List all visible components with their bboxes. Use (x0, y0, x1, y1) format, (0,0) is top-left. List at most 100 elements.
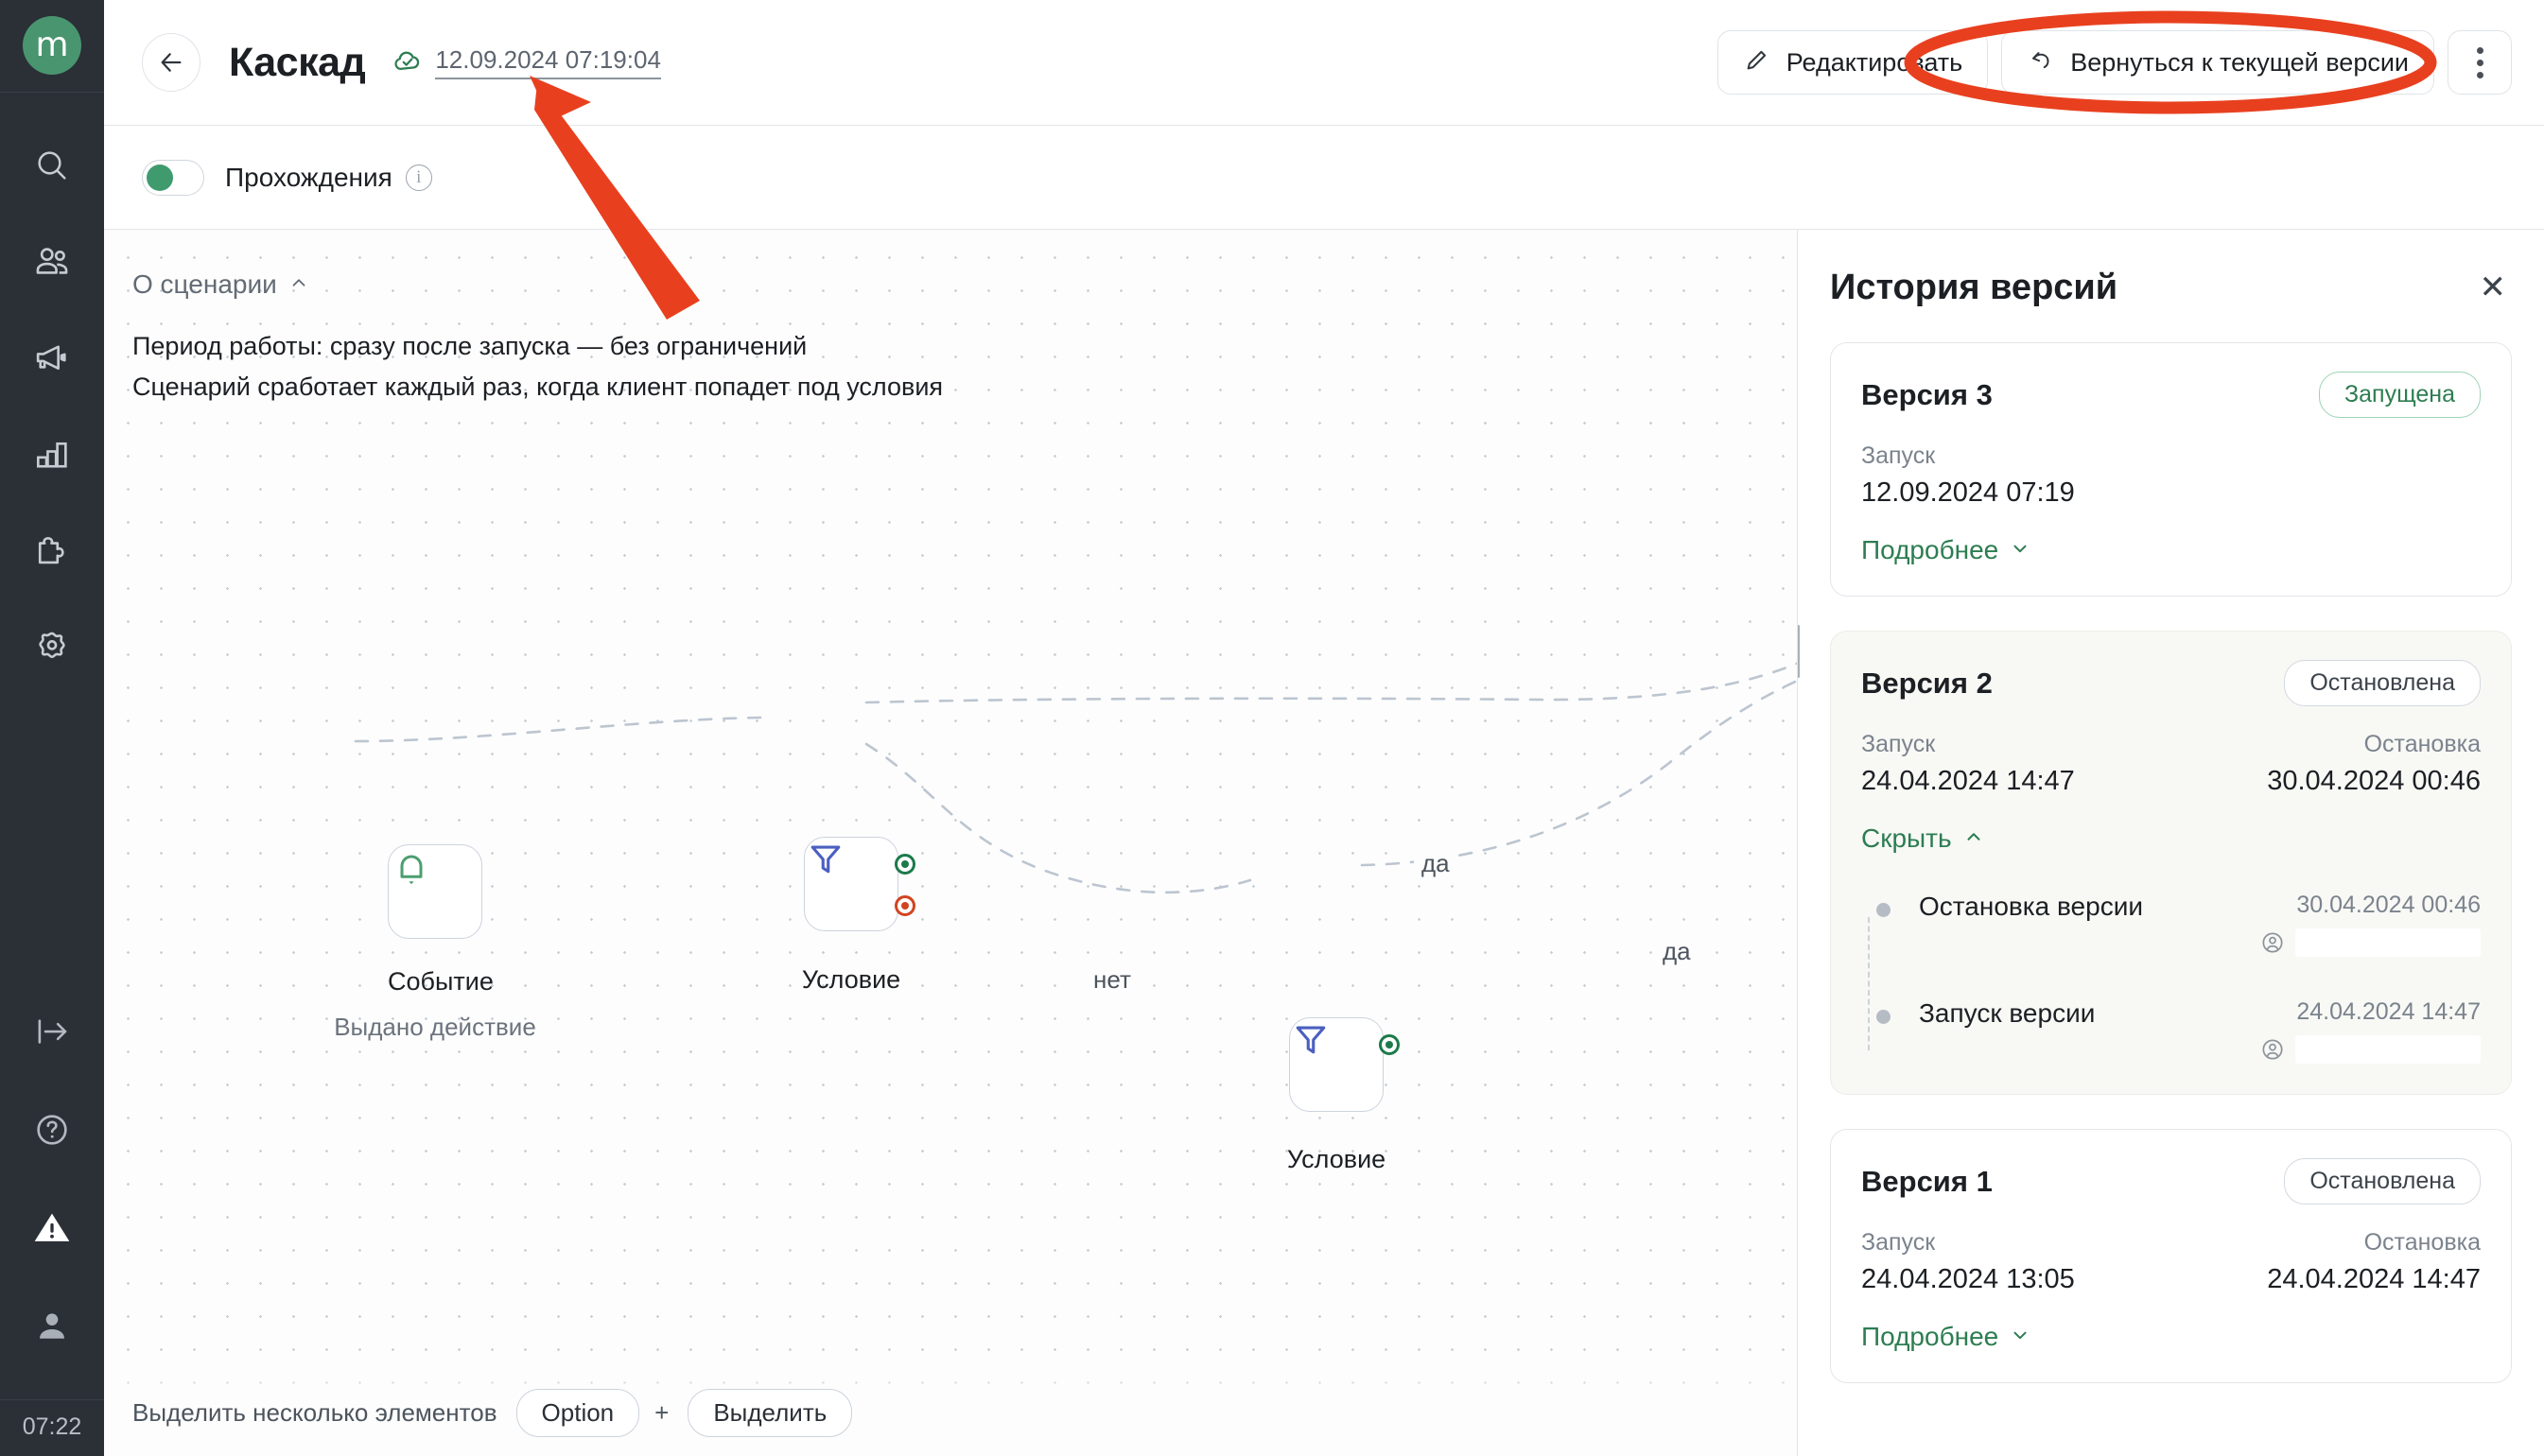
flow-node-event[interactable] (388, 844, 482, 939)
version-card-dates: Запуск 24.04.2024 14:47 Остановка 30.04.… (1861, 731, 2481, 797)
version-card[interactable]: Версия 1 Остановлена Запуск 24.04.2024 1… (1830, 1129, 2512, 1383)
users-icon[interactable] (26, 236, 78, 287)
timeline-item-body: Запуск версии 24.04.2024 14:47 (1891, 998, 2481, 1064)
chevron-down-icon (2010, 1322, 2030, 1352)
timeline-item: Остановка версии 30.04.2024 00:46 (1876, 892, 2481, 998)
version-card[interactable]: Версия 2 Остановлена Запуск 24.04.2024 1… (1830, 631, 2512, 1095)
version-card-title: Версия 3 (1861, 377, 1993, 411)
bar-chart-icon[interactable] (26, 429, 78, 480)
about-scenario-title: О сценарии (132, 269, 277, 299)
about-scenario-text: Период работы: сразу после запуска — без… (132, 326, 943, 407)
timeline-dot-icon (1876, 903, 1891, 917)
hint-key-option[interactable]: Option (515, 1388, 640, 1437)
timeline-event-user-name (2295, 1035, 2481, 1064)
status-badge: Остановлена (2284, 1158, 2481, 1205)
about-scenario-toggle[interactable]: О сценарии (132, 269, 943, 300)
version-history-panel: История версий ✕ Версия 3 Запущена Запус… (1797, 230, 2544, 1456)
about-line-2: Сценарий сработает каждый раз, когда кли… (132, 372, 944, 401)
flow-graph: Событие Выдано действие Условие Условие … (104, 230, 1797, 1456)
chevron-up-icon (288, 269, 309, 300)
page-header: Каскад 12.09.2024 07:19:04 Редактировать… (104, 0, 2544, 126)
timeline-event-time: 24.04.2024 14:47 (2296, 998, 2481, 1025)
more-options-button[interactable] (2448, 30, 2512, 95)
hint-text: Выделить несколько элементов (132, 1397, 497, 1427)
help-icon[interactable] (26, 1104, 78, 1155)
version-start-label: Запуск (1861, 731, 1936, 757)
info-icon[interactable]: i (405, 164, 432, 191)
flow-port-condition-1-yes[interactable] (895, 854, 915, 875)
pencil-icon (1743, 45, 1771, 80)
main-area: Каскад 12.09.2024 07:19:04 Редактировать… (104, 0, 2544, 1456)
version-timestamp[interactable]: 12.09.2024 07:19:04 (435, 45, 661, 79)
hint-key-select[interactable]: Выделить (688, 1388, 853, 1437)
version-start-col: Запуск 12.09.2024 07:19 (1861, 442, 2075, 509)
edit-button[interactable]: Редактировать (1716, 30, 1989, 95)
version-details-toggle[interactable]: Подробнее (1861, 1322, 2030, 1352)
flow-port-condition-2-yes[interactable] (1379, 1034, 1400, 1055)
warning-icon[interactable] (26, 1203, 78, 1254)
version-stop-label: Остановка (2363, 731, 2481, 757)
edge-label-no: нет (1086, 965, 1139, 995)
panel-resize-handle[interactable] (1798, 625, 1800, 678)
flow-port-condition-1-no[interactable] (895, 895, 915, 916)
gear-icon[interactable] (26, 622, 78, 673)
multi-select-hint-bar: Выделить несколько элементов Option + Вы… (104, 1369, 1797, 1456)
flow-node-condition-1[interactable] (804, 837, 898, 931)
account-icon[interactable] (26, 1301, 78, 1352)
timeline-event-name: Остановка версии (1919, 892, 2143, 921)
version-start-value: 24.04.2024 13:05 (1861, 1264, 2075, 1294)
timeline-dot-icon (1876, 1010, 1891, 1024)
flow-node-event-label: Событие (388, 967, 494, 996)
version-details-toggle[interactable]: Скрыть (1861, 823, 1984, 854)
timeline-event-user (2259, 928, 2481, 957)
search-icon[interactable] (26, 140, 78, 191)
account-icon (2262, 932, 2283, 953)
version-history-header: История версий ✕ (1830, 268, 2512, 308)
version-stop-value: 24.04.2024 14:47 (2267, 1264, 2481, 1294)
edge-label-yes-top: да (1414, 849, 1457, 878)
hint-plus: + (654, 1397, 670, 1427)
version-stop-value: 30.04.2024 00:46 (2267, 766, 2481, 796)
version-start-label: Запуск (1861, 1229, 1936, 1256)
version-start-value: 12.09.2024 07:19 (1861, 477, 2075, 508)
version-card-title: Версия 1 (1861, 1164, 1993, 1198)
timeline-event-user (2259, 1035, 2481, 1064)
version-event-timeline: Остановка версии 30.04.2024 00:46 Запуск… (1861, 892, 2481, 1064)
scenario-canvas[interactable]: О сценарии Период работы: сразу после за… (104, 230, 1797, 1456)
undo-arrow-icon (2027, 45, 2055, 80)
app-logo[interactable]: m (23, 16, 81, 75)
kebab-menu-icon (2476, 46, 2483, 78)
puzzle-icon[interactable] (26, 526, 78, 577)
header-actions: Редактировать Вернуться к текущей версии (1716, 30, 2512, 95)
clock-time: 07:22 (0, 1399, 104, 1456)
back-button[interactable] (142, 33, 200, 92)
version-card-title: Версия 2 (1861, 666, 1993, 700)
version-card-dates: Запуск 12.09.2024 07:19 (1861, 442, 2481, 509)
about-line-1: Период работы: сразу после запуска — без… (132, 332, 808, 360)
version-details-toggle-label: Скрыть (1861, 823, 1952, 853)
revert-button-label: Вернуться к текущей версии (2070, 47, 2409, 77)
version-history-title: История версий (1830, 268, 2118, 307)
cloud-check-icon (392, 44, 424, 81)
version-card[interactable]: Версия 3 Запущена Запуск 12.09.2024 07:1… (1830, 342, 2512, 597)
flow-node-condition-2[interactable] (1289, 1017, 1384, 1112)
timeline-event-meta: 30.04.2024 00:46 (2259, 892, 2481, 957)
passes-toggle-label: Прохождения (225, 162, 392, 192)
passes-toggle[interactable] (142, 159, 204, 196)
status-badge: Остановлена (2284, 660, 2481, 706)
timeline-event-time: 30.04.2024 00:46 (2296, 892, 2481, 918)
revert-to-current-version-button[interactable]: Вернуться к текущей версии (2001, 30, 2434, 95)
version-card-top: Версия 3 Запущена (1861, 372, 2481, 418)
version-details-toggle[interactable]: Подробнее (1861, 535, 2030, 565)
version-details-toggle-label: Подробнее (1861, 1322, 1999, 1351)
app-root: m 07:22 Каскад 12.09.2024 07:19:04 Редак… (0, 0, 2544, 1456)
version-stop-label: Остановка (2363, 1229, 2481, 1256)
megaphone-icon[interactable] (26, 333, 78, 384)
version-start-label: Запуск (1861, 442, 1936, 469)
timeline-event-name: Запуск версии (1919, 998, 2096, 1028)
rail-bottom-group: 07:22 (0, 1006, 104, 1456)
close-icon[interactable]: ✕ (2474, 268, 2513, 307)
version-start-col: Запуск 24.04.2024 14:47 (1861, 731, 2075, 797)
version-stop-col: Остановка 24.04.2024 14:47 (2267, 1229, 2481, 1295)
collapse-panel-icon[interactable] (26, 1006, 78, 1057)
